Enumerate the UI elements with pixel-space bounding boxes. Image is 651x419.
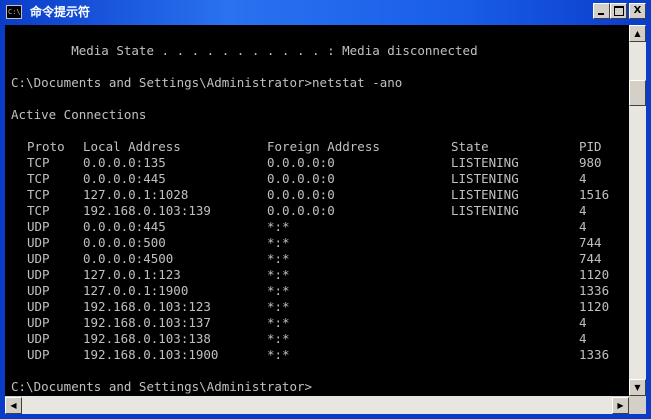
window-frame-right xyxy=(646,25,651,419)
header-pid: PID xyxy=(579,139,602,154)
cell-foreign: *:* xyxy=(267,347,290,362)
cell-proto: UDP xyxy=(27,347,50,362)
header-local-address: Local Address xyxy=(83,139,181,154)
cell-pid: 4 xyxy=(579,171,587,186)
media-state-line: Media State . . . . . . . . . . . : Medi… xyxy=(11,43,478,58)
cell-local: 0.0.0.0:445 xyxy=(83,171,166,186)
window-frame-bottom xyxy=(0,414,651,419)
cell-foreign: *:* xyxy=(267,331,290,346)
cell-local: 192.168.0.103:123 xyxy=(83,299,211,314)
cell-pid: 744 xyxy=(579,235,602,250)
cell-local: 192.168.0.103:138 xyxy=(83,331,211,346)
title-bar[interactable]: C:\ 命令提示符 X xyxy=(0,0,651,26)
cell-proto: UDP xyxy=(27,251,50,266)
cell-pid: 4 xyxy=(579,203,587,218)
scroll-thumb[interactable] xyxy=(629,80,646,106)
cell-proto: UDP xyxy=(27,331,50,346)
arrow-left-icon: ◀ xyxy=(10,401,17,410)
cell-local: 127.0.0.1:123 xyxy=(83,267,181,282)
cell-foreign: 0.0.0.0:0 xyxy=(267,203,335,218)
cell-foreign: *:* xyxy=(267,251,290,266)
scroll-left-button[interactable]: ◀ xyxy=(5,397,22,414)
header-proto: Proto xyxy=(27,139,65,154)
cell-foreign: 0.0.0.0:0 xyxy=(267,155,335,170)
cell-pid: 744 xyxy=(579,251,602,266)
cell-local: 0.0.0.0:445 xyxy=(83,219,166,234)
cell-pid: 1120 xyxy=(579,299,610,314)
cell-pid: 980 xyxy=(579,155,602,170)
cell-proto: UDP xyxy=(27,283,50,298)
cell-foreign: *:* xyxy=(267,315,290,330)
header-foreign-address: Foreign Address xyxy=(267,139,380,154)
maximize-button[interactable] xyxy=(610,3,627,19)
cell-pid: 4 xyxy=(579,331,587,346)
cell-pid: 1336 xyxy=(579,347,610,362)
cell-proto: UDP xyxy=(27,299,50,314)
cell-proto: UDP xyxy=(27,235,50,250)
window-title: 命令提示符 xyxy=(30,5,91,19)
cell-foreign: *:* xyxy=(267,283,290,298)
cell-foreign: *:* xyxy=(267,235,290,250)
close-icon: X xyxy=(633,5,642,16)
scroll-down-button[interactable]: ▼ xyxy=(629,379,646,396)
console-output[interactable]: Media State . . . . . . . . . . . : Medi… xyxy=(5,25,629,419)
cmd-icon[interactable]: C:\ xyxy=(6,5,22,19)
cell-local: 0.0.0.0:4500 xyxy=(83,251,174,266)
cell-proto: UDP xyxy=(27,219,50,234)
command-line: C:\Documents and Settings\Administrator>… xyxy=(11,75,403,90)
cell-foreign: *:* xyxy=(267,299,290,314)
cmd-window: C:\ 命令提示符 X Media State . . . . . . . . … xyxy=(0,0,651,419)
cell-local: 0.0.0.0:500 xyxy=(83,235,166,250)
cell-proto: UDP xyxy=(27,267,50,282)
cell-state: LISTENING xyxy=(451,187,519,202)
cell-state: LISTENING xyxy=(451,155,519,170)
cell-proto: TCP xyxy=(27,171,50,186)
vertical-scrollbar[interactable]: ▲ ▼ xyxy=(629,25,646,419)
prompt-line: C:\Documents and Settings\Administrator> xyxy=(11,379,313,394)
cell-pid: 4 xyxy=(579,315,587,330)
cell-local: 192.168.0.103:1900 xyxy=(83,347,219,362)
header-state: State xyxy=(451,139,489,154)
resize-grip[interactable] xyxy=(629,396,646,414)
cell-foreign: *:* xyxy=(267,267,290,282)
minimize-icon xyxy=(598,13,604,15)
cell-local: 192.168.0.103:137 xyxy=(83,315,211,330)
scroll-up-button[interactable]: ▲ xyxy=(629,25,646,42)
arrow-down-icon: ▼ xyxy=(634,383,641,392)
minimize-button[interactable] xyxy=(593,3,610,19)
cell-local: 192.168.0.103:139 xyxy=(83,203,211,218)
cell-pid: 1516 xyxy=(579,187,610,202)
cell-pid: 4 xyxy=(579,219,587,234)
cell-state: LISTENING xyxy=(451,171,519,186)
arrow-up-icon: ▲ xyxy=(634,29,641,38)
cell-pid: 1336 xyxy=(579,283,610,298)
horizontal-scrollbar[interactable]: ◀ ▶ xyxy=(5,396,646,414)
cell-pid: 1120 xyxy=(579,267,610,282)
cell-foreign: 0.0.0.0:0 xyxy=(267,187,335,202)
cell-proto: TCP xyxy=(27,155,50,170)
section-title: Active Connections xyxy=(11,107,147,122)
close-button[interactable]: X xyxy=(629,3,646,19)
cell-local: 127.0.0.1:1900 xyxy=(83,283,189,298)
cell-state: LISTENING xyxy=(451,203,519,218)
cell-local: 127.0.0.1:1028 xyxy=(83,187,189,202)
cell-foreign: 0.0.0.0:0 xyxy=(267,171,335,186)
scroll-right-button[interactable]: ▶ xyxy=(612,397,629,414)
arrow-right-icon: ▶ xyxy=(617,401,624,410)
maximize-icon xyxy=(614,6,624,16)
cell-proto: UDP xyxy=(27,315,50,330)
cell-proto: TCP xyxy=(27,203,50,218)
horizontal-scroll-track[interactable] xyxy=(22,396,612,414)
cell-local: 0.0.0.0:135 xyxy=(83,155,166,170)
cell-proto: TCP xyxy=(27,187,50,202)
cell-foreign: *:* xyxy=(267,219,290,234)
